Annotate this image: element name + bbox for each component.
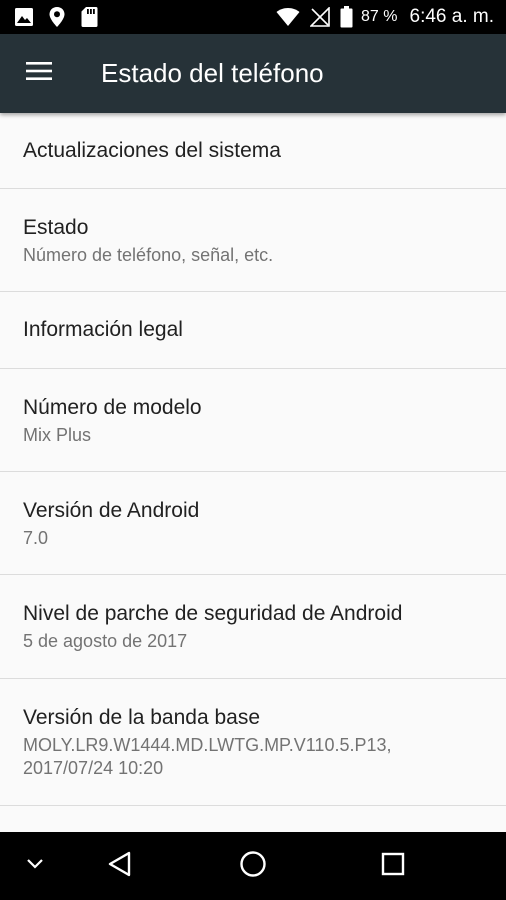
item-title: Estado — [23, 215, 89, 239]
nav-bar — [0, 832, 506, 900]
list-item-system-updates[interactable]: Actualizaciones del sistema — [0, 113, 506, 189]
list-item-model-number: Número de modelo Mix Plus — [0, 369, 506, 472]
wifi-icon — [276, 7, 300, 27]
status-right: 87 % 6:46 a. m. — [266, 6, 494, 28]
page-title: Estado del teléfono — [101, 58, 324, 88]
no-signal-icon — [310, 7, 330, 27]
item-summary: 5 de agosto de 2017 — [23, 631, 188, 651]
home-icon — [239, 850, 267, 883]
sd-card-icon — [80, 6, 98, 28]
menu-button[interactable] — [0, 34, 78, 113]
app-bar: Estado del teléfono — [0, 34, 506, 113]
list-item-android-version[interactable]: Versión de Android 7.0 — [0, 472, 506, 575]
back-icon — [107, 851, 133, 882]
hide-keyboard-button[interactable] — [14, 832, 56, 900]
list-item-status[interactable]: Estado Número de teléfono, señal, etc. — [0, 189, 506, 292]
item-summary: 7.0 — [23, 527, 49, 548]
item-summary: Número de teléfono, señal, etc. — [23, 244, 274, 265]
status-bar: 87 % 6:46 a. m. — [0, 0, 506, 34]
menu-icon — [26, 62, 52, 85]
back-button[interactable] — [92, 832, 148, 900]
item-title: Actualizaciones del sistema — [23, 138, 281, 162]
image-icon — [14, 7, 34, 27]
settings-list: Actualizaciones del sistema Estado Númer… — [0, 113, 506, 806]
item-title: Versión de Android — [23, 498, 200, 522]
item-title: Nivel de parche de seguridad de Android — [23, 602, 403, 625]
status-clock: 6:46 a. m. — [409, 6, 495, 27]
list-item-legal-info[interactable]: Información legal — [0, 292, 506, 369]
item-summary: Mix Plus — [23, 424, 92, 445]
location-icon — [48, 6, 66, 28]
recents-button[interactable] — [365, 832, 421, 900]
item-title: Información legal — [23, 318, 183, 341]
battery-icon — [340, 6, 353, 28]
item-summary: MOLY.LR9.W1444.MD.LWTG.MP.V110.5.P13, 20… — [23, 735, 392, 778]
recents-icon — [381, 852, 405, 881]
item-title: Número de modelo — [23, 395, 202, 419]
status-left — [14, 6, 112, 28]
list-item-security-patch: Nivel de parche de seguridad de Android … — [0, 575, 506, 679]
item-title: Versión de la banda base — [23, 706, 261, 729]
home-button[interactable] — [225, 832, 281, 900]
screen: 87 % 6:46 a. m. Estado del teléfono Actu… — [0, 0, 506, 900]
hide-keyboard-icon — [26, 857, 44, 875]
list-item-baseband-version: Versión de la banda base MOLY.LR9.W1444.… — [0, 679, 506, 806]
battery-percent: 87 % — [361, 8, 398, 25]
